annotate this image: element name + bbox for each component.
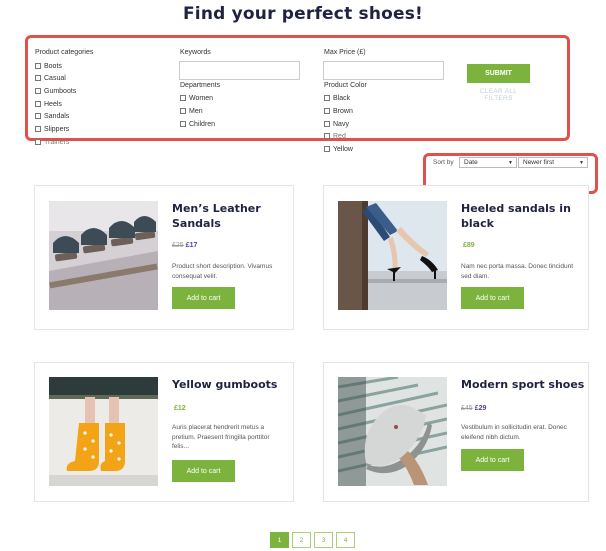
- add-to-cart-button[interactable]: Add to cart: [461, 449, 524, 471]
- sort-field-select[interactable]: Date ▼: [459, 157, 517, 168]
- submit-button[interactable]: SUBMIT: [467, 64, 530, 83]
- category-option[interactable]: Slippers: [35, 124, 69, 134]
- product-description: Product short description. Vivamus conseq…: [172, 263, 273, 280]
- page-button-2[interactable]: 2: [292, 532, 311, 548]
- clear-all-filters-link[interactable]: CLEAR ALL FILTERS: [467, 88, 530, 102]
- checkbox[interactable]: [324, 146, 330, 152]
- keywords-label: Keywords: [180, 49, 211, 56]
- category-option[interactable]: Boots: [35, 61, 62, 71]
- color-option[interactable]: Brown: [324, 106, 353, 116]
- checkbox[interactable]: [35, 101, 41, 107]
- sort-by-label: Sort by: [433, 159, 454, 166]
- department-option[interactable]: Women: [180, 93, 213, 103]
- category-option[interactable]: Sandals: [35, 111, 69, 121]
- page-button-3[interactable]: 3: [314, 532, 333, 548]
- pagination: 1 2 3 4: [270, 532, 355, 548]
- checkbox[interactable]: [35, 75, 41, 81]
- color-option[interactable]: Black: [324, 93, 350, 103]
- category-option[interactable]: Heels: [35, 99, 62, 109]
- page-button-1[interactable]: 1: [270, 532, 289, 548]
- checkbox[interactable]: [324, 121, 330, 127]
- departments-label: Departments: [180, 82, 221, 89]
- triangle-down-icon: ▼: [508, 159, 513, 166]
- checkbox[interactable]: [35, 63, 41, 69]
- color-option[interactable]: Yellow: [324, 144, 353, 154]
- sneaker-photo[interactable]: [338, 377, 447, 486]
- add-to-cart-button[interactable]: Add to cart: [172, 460, 235, 482]
- max-price-input[interactable]: [323, 61, 444, 80]
- category-option[interactable]: Trainers: [35, 137, 69, 147]
- heels-photo[interactable]: [338, 201, 447, 310]
- page-title: Find your perfect shoes!: [182, 4, 424, 24]
- product-card: Modern sport shoes £45 £29 Vestibulum in …: [323, 362, 589, 502]
- checkbox[interactable]: [35, 113, 41, 119]
- checkbox[interactable]: [35, 126, 41, 132]
- checkbox[interactable]: [324, 95, 330, 101]
- product-price: £25 £17: [172, 242, 198, 249]
- add-to-cart-button[interactable]: Add to cart: [461, 287, 524, 309]
- checkbox[interactable]: [180, 108, 186, 114]
- checkbox[interactable]: [324, 133, 330, 139]
- categories-label: Product categories: [35, 49, 94, 56]
- category-option[interactable]: Gumboots: [35, 86, 76, 96]
- checkbox[interactable]: [35, 88, 41, 94]
- department-option[interactable]: Men: [180, 106, 203, 116]
- product-title[interactable]: Heeled sandals in black: [461, 201, 571, 231]
- category-option[interactable]: Casual: [35, 73, 66, 83]
- product-description: Vestibulum in sollicitudin erat. Donec el…: [461, 424, 567, 441]
- product-description: Auris placerat hendrerit metus a pretium.…: [172, 424, 270, 450]
- triangle-down-icon: ▼: [579, 159, 584, 166]
- add-to-cart-button[interactable]: Add to cart: [172, 287, 235, 309]
- product-card: Men’s Leather Sandals £25 £17 Product shor…: [34, 185, 294, 330]
- color-option[interactable]: Navy: [324, 119, 349, 129]
- checkbox[interactable]: [324, 108, 330, 114]
- checkbox[interactable]: [35, 139, 41, 145]
- product-card: Yellow gumboots £12 Auris placerat hendr…: [34, 362, 294, 502]
- sandals-photo[interactable]: [49, 201, 158, 310]
- product-title[interactable]: Men’s Leather Sandals: [172, 201, 261, 231]
- product-price: £89: [463, 242, 475, 249]
- department-option[interactable]: Children: [180, 119, 215, 129]
- product-title[interactable]: Modern sport shoes: [461, 377, 584, 392]
- sort-order-select[interactable]: Newer first ▼: [518, 157, 588, 168]
- gumboots-photo[interactable]: [49, 377, 158, 486]
- product-card: Heeled sandals in black £89 Nam nec porta…: [323, 185, 589, 330]
- page-button-4[interactable]: 4: [336, 532, 355, 548]
- keywords-input[interactable]: [179, 61, 300, 80]
- product-title[interactable]: Yellow gumboots: [172, 377, 277, 392]
- product-description: Nam nec porta massa. Donec tincidunt sed …: [461, 263, 573, 280]
- product-color-label: Product Color: [324, 82, 367, 89]
- checkbox[interactable]: [180, 95, 186, 101]
- product-price: £45 £29: [461, 405, 487, 412]
- checkbox[interactable]: [180, 121, 186, 127]
- product-price: £12: [174, 405, 186, 412]
- color-option[interactable]: Red: [324, 131, 346, 141]
- max-price-label: Max Price (£): [324, 49, 366, 56]
